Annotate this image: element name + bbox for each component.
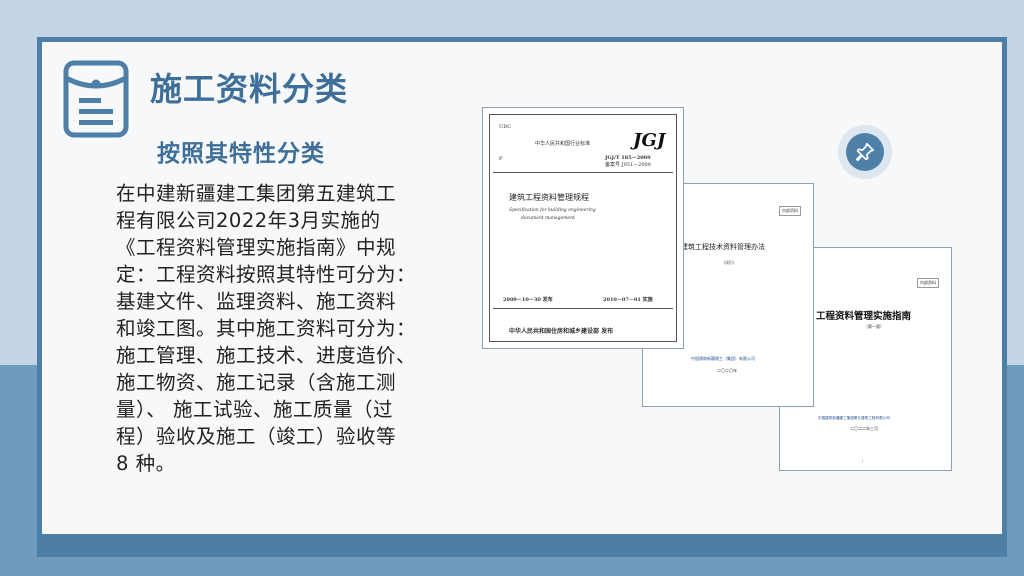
body-line: 《工程资料管理实施指南》中规 xyxy=(116,236,397,259)
doc-rule xyxy=(493,308,673,309)
doc-publisher: 中华人民共和国住房和城乡建设部 发布 xyxy=(509,328,614,335)
doc-code: JGJ/T 185－2009 xyxy=(605,155,651,161)
pushpin-button[interactable] xyxy=(838,125,892,179)
doc-company: 中国建筑新疆建工（集团）有限公司 xyxy=(691,356,755,361)
slide-subtitle: 按照其特性分类 xyxy=(157,141,325,167)
doc-title-en-1: Specification for building engineering xyxy=(509,208,596,213)
body-paragraph: 在中建新疆建工集团第五建筑工 程有限公司2022年3月实施的 《工程资料管理实施… xyxy=(116,180,436,477)
body-line: 施工管理、施工技术、进度造价、 xyxy=(116,344,417,367)
doc-title: 工程资料管理实施指南 xyxy=(816,311,912,322)
doc-tag: 内部资料 xyxy=(779,206,801,216)
body-line: 在中建新疆建工集团第五建筑工 xyxy=(116,182,397,205)
doc-effective: 2010－07－01 实施 xyxy=(603,297,653,303)
pushpin-button-inner xyxy=(846,133,884,171)
body-line: 施工物资、施工记录（含施工测 xyxy=(116,371,397,394)
pushpin-icon xyxy=(855,142,875,162)
doc-udc: UDC xyxy=(499,124,512,130)
body-line: 程有限公司2022年3月实施的 xyxy=(116,209,381,232)
body-line: 和竣工图。其中施工资料可分为： xyxy=(116,317,417,340)
body-line: 定：工程资料按照其特性可分为： xyxy=(116,263,417,286)
doc-mark: JGJ xyxy=(633,130,666,151)
doc-p: P xyxy=(499,156,503,162)
doc-subtitle: （第一版） xyxy=(864,324,884,329)
document-icon xyxy=(63,60,129,138)
doc-tag: 内部资料 xyxy=(917,278,939,288)
doc-title: 建筑工程技术资料管理办法 xyxy=(681,243,765,251)
body-line: 基建文件、监理资料、施工资料 xyxy=(116,290,397,313)
document-cover-standard: UDC 中华人民共和国行业标准 JGJ P JGJ/T 185－2009 备案号… xyxy=(483,108,683,348)
body-line: 8 种。 xyxy=(116,452,176,475)
doc-company: 中国建筑新疆建工集团第五建筑工程有限公司 xyxy=(818,416,890,420)
doc-subtitle: （试行） xyxy=(721,260,737,265)
slide-title: 施工资料分类 xyxy=(150,70,349,108)
doc-date: 二〇二〇年 xyxy=(717,368,737,373)
doc-issuer-top: 中华人民共和国行业标准 xyxy=(535,141,591,147)
body-line: 量）、 施工试验、施工质量（过 xyxy=(116,398,393,421)
doc-title-cn: 建筑工程资料管理规程 xyxy=(509,193,589,202)
doc-date: 二〇二二年三月 xyxy=(850,426,878,431)
doc-title-en-2: document management xyxy=(521,216,575,221)
doc-rule xyxy=(493,172,673,173)
doc-record: 备案号 J951－2009 xyxy=(605,162,651,168)
doc-issued: 2009－10－30 发布 xyxy=(503,297,553,303)
body-line: 程）验收及施工（竣工）验收等 xyxy=(116,425,397,448)
doc-page: i xyxy=(862,458,864,463)
